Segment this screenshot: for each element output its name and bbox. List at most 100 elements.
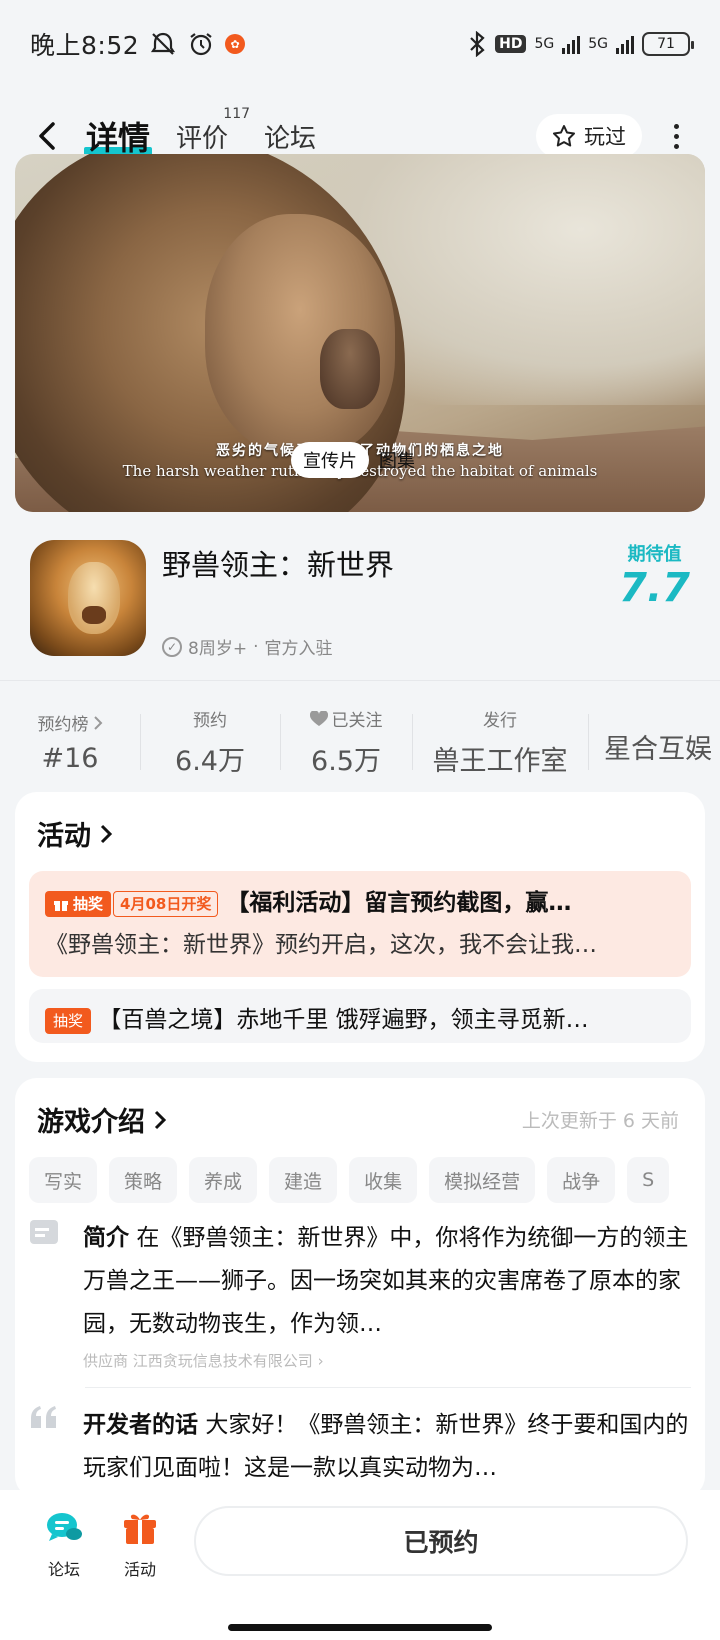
battery-level: 71: [657, 36, 675, 52]
intro-card: 游戏介绍 上次更新于 6 天前 写实 策略 养成 建造 收集 模拟经营 战争 S…: [15, 1078, 705, 1498]
game-title: 野兽领主：新世界: [162, 548, 395, 582]
gift-icon: [54, 900, 68, 911]
hd-voice-icon: HD: [495, 35, 527, 53]
tag-list: 写实 策略 养成 建造 收集 模拟经营 战争 S: [29, 1157, 691, 1203]
forum-label: 论坛: [47, 1560, 80, 1579]
tag-chip[interactable]: 模拟经营: [429, 1157, 536, 1203]
gift-icon: [124, 1514, 156, 1544]
back-button[interactable]: [24, 112, 72, 160]
stat-partner: 星合互娱: [588, 692, 720, 792]
activity-1-subtitle: 《野兽领主：新世界》预约开启，这次，我不会让我…: [45, 932, 597, 958]
activity-button[interactable]: 活动: [100, 1508, 180, 1580]
tag-chip[interactable]: 写实: [29, 1157, 98, 1203]
heart-icon: [309, 710, 328, 726]
media-switch: 宣传片 图集: [291, 442, 427, 478]
developer-label: 开发者的话: [83, 1412, 198, 1438]
tab-review-label: 评价: [176, 123, 229, 154]
supplier[interactable]: 供应商 江西贪玩信息技术有限公司 ›: [83, 1350, 691, 1371]
draw-tag: 抽奖: [45, 890, 112, 917]
stat-publisher-value: 兽王工作室: [432, 746, 568, 777]
expect-label: 期待值: [627, 544, 682, 565]
battery-icon: 71: [642, 32, 694, 56]
signal-icon-2: [616, 34, 634, 54]
supplier-text: 供应商 江西贪玩信息技术有限公司: [83, 1352, 313, 1370]
game-icon: [30, 540, 146, 656]
network-label-1: 5G: [534, 36, 555, 52]
mute-icon: [151, 32, 176, 55]
summary-section[interactable]: 简介 在《野兽领主：新世界》中，你将作为统御一方的领主万兽之王——狮子。因一场突…: [29, 1217, 691, 1371]
played-label: 玩过: [584, 125, 626, 149]
stat-reserve: 预约 6.4万: [140, 692, 280, 792]
verified-icon: ✓: [162, 636, 182, 657]
stat-rank-label: 预约榜: [37, 715, 89, 735]
gallery-tab[interactable]: 图集: [367, 442, 427, 478]
draw-date-tag: 4月08日开奖: [113, 890, 219, 917]
game-meta: ✓ 8周岁+ · 官方入驻: [162, 634, 332, 659]
chevron-right-icon: [93, 715, 102, 730]
activity-item-1[interactable]: 抽奖 4月08日开奖 【福利活动】留言预约截图，赢… 《野兽领主：新世界》预约开启…: [29, 871, 691, 977]
activities-card: 活动 抽奖 4月08日开奖 【福利活动】留言预约截图，赢… 《野兽领主：新世界》预…: [15, 792, 705, 1062]
stat-rank[interactable]: 预约榜 #16: [0, 692, 140, 792]
stat-follow: 已关注 6.5万: [280, 692, 412, 792]
tab-forum[interactable]: 论坛: [264, 118, 316, 155]
bottom-bar: 论坛 活动 已预约: [0, 1490, 720, 1640]
tab-review[interactable]: 评价 117: [176, 106, 250, 155]
stats-row: 预约榜 #16 预约 6.4万 已关注 6.5万 发行 兽王工作室 星合互娱: [0, 692, 720, 792]
review-count: 117: [223, 105, 251, 122]
tag-chip[interactable]: 战争: [547, 1157, 616, 1203]
network-label-2: 5G: [588, 36, 608, 52]
hero-media[interactable]: 恶劣的气候无情摧毁了动物们的栖息之地 The harsh weather rut…: [15, 154, 705, 512]
status-time: 晚上8:52: [30, 31, 140, 60]
back-arrow-icon: [39, 122, 55, 150]
stat-publisher-label: 发行: [483, 711, 517, 731]
meta-separator: ·: [253, 636, 259, 657]
more-options-button[interactable]: [656, 112, 696, 160]
forum-icon: [47, 1513, 82, 1541]
star-icon: [553, 125, 575, 147]
activity-1-title: 【福利活动】留言预约截图，赢…: [226, 890, 572, 916]
activities-title: 活动: [37, 821, 91, 852]
stat-partner-value: 星合互娱: [604, 733, 712, 765]
chevron-right-icon: ›: [317, 1352, 324, 1370]
quote-icon: [31, 1406, 56, 1428]
official-label: 官方入驻: [264, 639, 333, 659]
tag-chip[interactable]: 建造: [269, 1157, 338, 1203]
tab-detail[interactable]: 详情: [83, 113, 153, 159]
tag-chip[interactable]: 养成: [189, 1157, 258, 1203]
stat-rank-value: #16: [41, 743, 99, 774]
stat-reserve-label: 预约: [193, 711, 227, 731]
tag-chip[interactable]: S: [627, 1157, 670, 1203]
bluetooth-icon: [470, 31, 485, 57]
developer-section[interactable]: 开发者的话 大家好！《野兽领主：新世界》终于要和国内的玩家们见面啦！这是一款以真…: [29, 1404, 691, 1490]
chevron-right-icon: [154, 1110, 167, 1129]
expect-value: 7.7: [619, 565, 690, 611]
activity-2-title: 【百兽之境】赤地千里 饿殍遍野，领主寻觅新…: [98, 1007, 589, 1033]
last-updated: 上次更新于 6 天前: [521, 1110, 679, 1132]
stat-publisher: 发行 兽王工作室: [412, 692, 588, 792]
trailer-tab[interactable]: 宣传片: [291, 442, 369, 478]
game-info: 野兽领主：新世界 ✓ 8周岁+ · 官方入驻 期待值 7.7: [30, 540, 690, 670]
signal-icon: [562, 34, 581, 54]
stat-follow-value: 6.5万: [311, 746, 381, 777]
stat-follow-label: 已关注: [331, 711, 383, 731]
summary-icon: [30, 1220, 58, 1244]
activities-header[interactable]: 活动: [29, 814, 691, 853]
intro-header[interactable]: 游戏介绍: [37, 1100, 167, 1139]
draw-tag: 抽奖: [45, 1007, 92, 1034]
summary-text: 在《野兽领主：新世界》中，你将作为统御一方的领主万兽之王——狮子。因一场突如其来…: [83, 1225, 689, 1337]
draw-tag-label: 抽奖: [73, 895, 104, 913]
reserved-button[interactable]: 已预约: [194, 1506, 688, 1576]
stat-reserve-value: 6.4万: [175, 746, 245, 777]
chevron-right-icon: [100, 824, 113, 843]
activity-label: 活动: [123, 1560, 156, 1579]
activity-item-2[interactable]: 抽奖 【百兽之境】赤地千里 饿殍遍野，领主寻觅新…: [29, 989, 691, 1043]
tag-chip[interactable]: 收集: [349, 1157, 418, 1203]
expectation-score: 期待值 7.7: [619, 540, 690, 610]
home-indicator: [228, 1624, 492, 1631]
tag-chip[interactable]: 策略: [109, 1157, 178, 1203]
status-bar: 晚上8:52 ✿ HD 5G 5G 71: [0, 0, 720, 88]
intro-title: 游戏介绍: [37, 1107, 145, 1138]
played-button[interactable]: 玩过: [536, 114, 642, 158]
summary-label: 简介: [83, 1225, 129, 1251]
forum-button[interactable]: 论坛: [24, 1508, 104, 1580]
